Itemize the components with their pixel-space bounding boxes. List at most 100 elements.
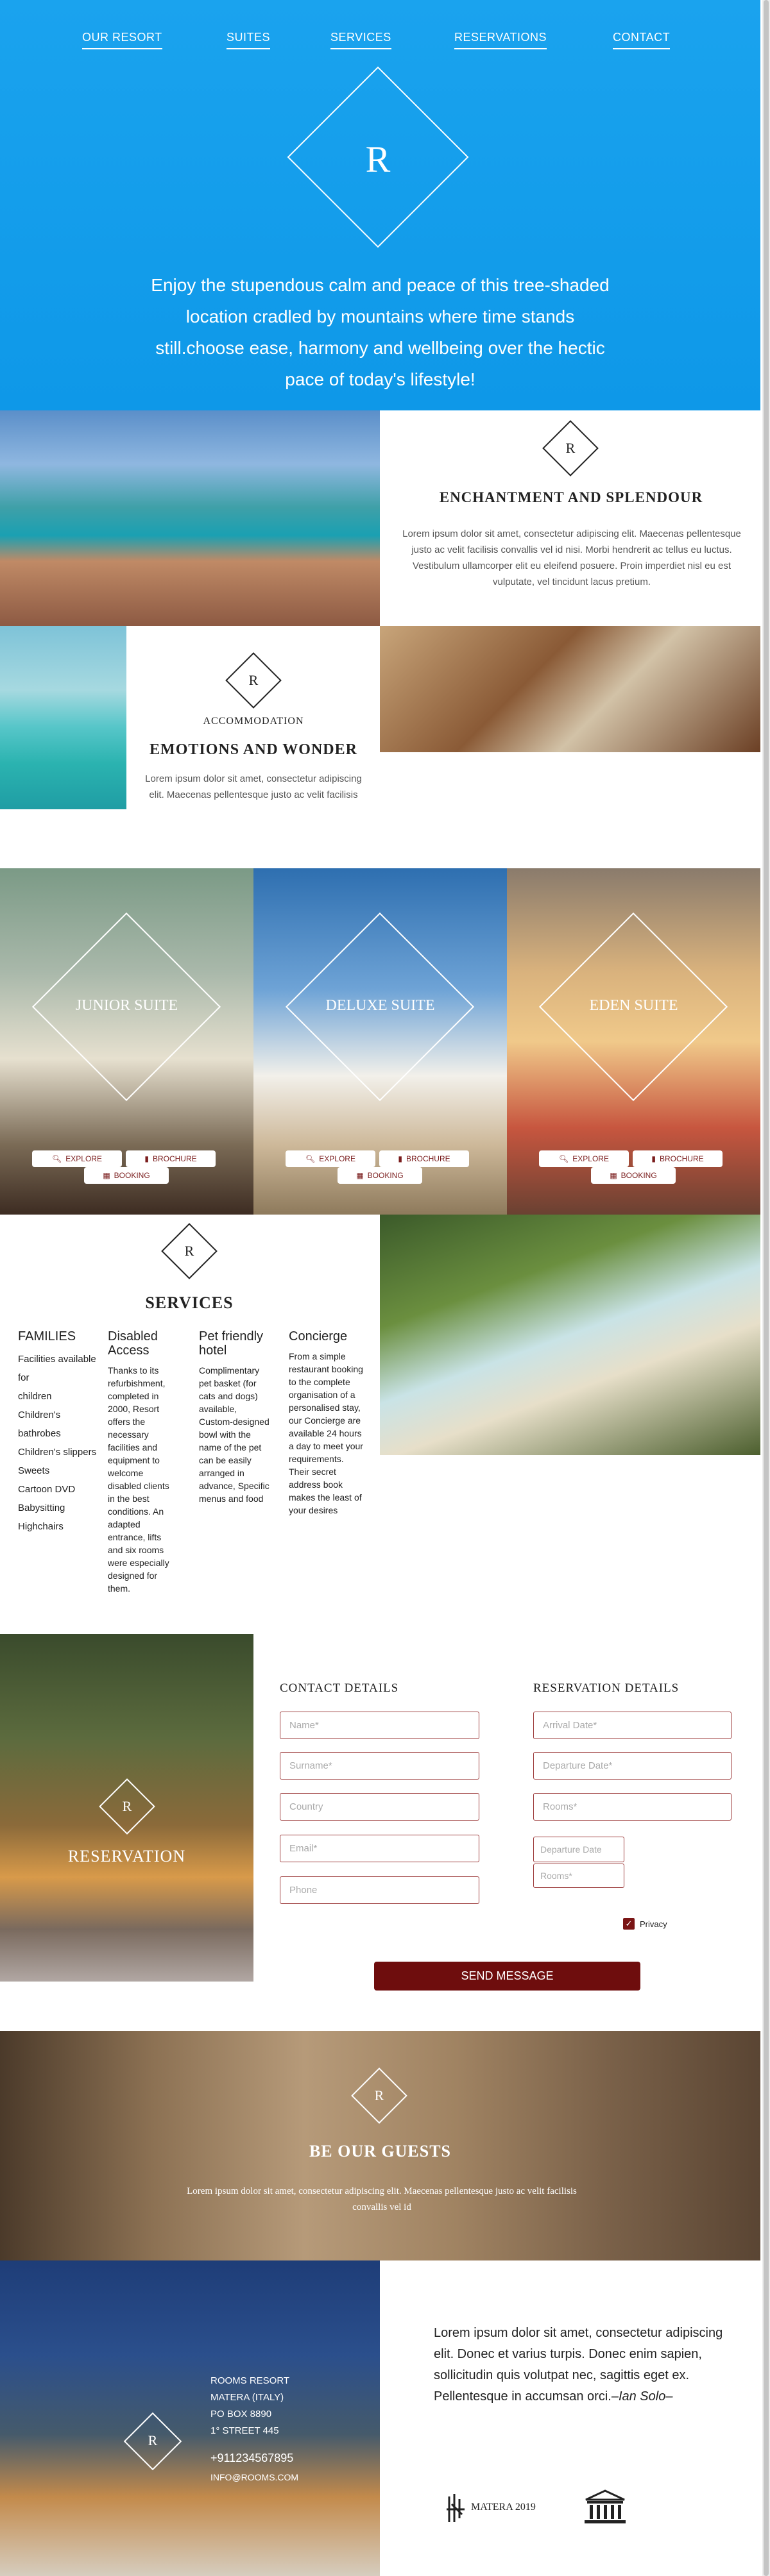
bookmark-icon: ▮ xyxy=(398,1154,402,1163)
search-icon: 🔍︎ xyxy=(52,1154,62,1163)
hero-tagline: Enjoy the stupendous calm and peace of t… xyxy=(151,275,610,389)
pet-text: Complimentary pet basket (for cats and d… xyxy=(199,1365,270,1504)
deluxe-explore-button[interactable]: 🔍︎ EXPLORE xyxy=(286,1150,375,1167)
reservation-title: RESERVATION xyxy=(67,1847,186,1865)
accommodation-logo-letter: R xyxy=(248,672,259,688)
concierge-text: From a simple restaurant booking to the … xyxy=(289,1351,363,1515)
calendar-icon: ▦ xyxy=(610,1171,617,1180)
list-item: Facilities available for xyxy=(18,1354,96,1383)
services-logo-letter: R xyxy=(184,1243,194,1259)
concierge-heading: Concierge xyxy=(289,1329,348,1343)
footer-phone[interactable]: +911234567895 xyxy=(210,2450,298,2466)
rooms-small-field[interactable]: Rooms* xyxy=(533,1864,624,1888)
junior-booking-button[interactable]: ▦ BOOKING xyxy=(84,1167,169,1184)
disabled-heading: Disabled Access xyxy=(108,1329,158,1358)
reservation-details-heading: RESERVATION DETAILS xyxy=(533,1681,680,1695)
list-item: Sweets xyxy=(18,1465,50,1476)
contact-details-heading: CONTACT DETAILS xyxy=(280,1681,399,1695)
junior-booking-label: BOOKING xyxy=(114,1171,150,1180)
calendar-icon: ▦ xyxy=(356,1171,364,1180)
deluxe-brochure-button[interactable]: ▮ BROCHURE xyxy=(379,1150,469,1167)
search-icon: 🔍︎ xyxy=(559,1154,569,1163)
footer-email[interactable]: INFO@ROOMS.COM xyxy=(210,2469,298,2486)
deluxe-booking-label: BOOKING xyxy=(367,1171,404,1180)
nav-our-resort[interactable]: OUR RESORT xyxy=(82,31,162,49)
unesco-label: UNESCO xyxy=(579,2488,580,2489)
enchantment-title: ENCHANTMENT AND SPLENDOUR xyxy=(439,489,703,505)
guests-text: Lorem ipsum dolor sit amet, consectetur … xyxy=(187,2186,577,2212)
arrival-date-field[interactable]: Arrival Date* xyxy=(533,1712,732,1739)
deluxe-brochure-label: BROCHURE xyxy=(406,1154,450,1163)
services-pet-column: Pet friendly hotel Complimentary pet bas… xyxy=(199,1329,270,1505)
accommodation-title: EMOTIONS AND WONDER xyxy=(150,741,357,758)
matera-label: MATERA 2019 xyxy=(471,2502,536,2513)
phone-field[interactable]: Phone xyxy=(280,1876,479,1904)
junior-brochure-button[interactable]: ▮ BROCHURE xyxy=(126,1150,216,1167)
list-item: Babysitting xyxy=(18,1503,65,1513)
eden-brochure-label: BROCHURE xyxy=(659,1154,704,1163)
nav-contact[interactable]: CONTACT xyxy=(613,31,671,49)
services-concierge-column: Concierge From a simple restaurant booki… xyxy=(289,1329,366,1517)
eden-booking-label: BOOKING xyxy=(620,1171,657,1180)
guests-logo-letter: R xyxy=(374,2087,384,2103)
list-item: Children's slippers xyxy=(18,1447,97,1458)
send-message-button[interactable]: SEND MESSAGE xyxy=(374,1962,640,1991)
address-line: ROOMS RESORT xyxy=(210,2375,290,2386)
families-heading: FAMILIES xyxy=(18,1329,76,1343)
name-field[interactable]: Name* xyxy=(280,1712,479,1739)
privacy-checkbox[interactable]: ✓ xyxy=(623,1918,635,1930)
junior-suite-name[interactable]: JUNIOR SUITE xyxy=(0,997,253,1014)
services-families-column: FAMILIES Facilities available for childr… xyxy=(18,1329,98,1536)
nav-reservations[interactable]: RESERVATIONS xyxy=(454,31,547,49)
calendar-icon: ▦ xyxy=(103,1171,110,1180)
unesco-temple-icon xyxy=(585,2489,626,2523)
quote-text: Lorem ipsum dolor sit amet, consectetur … xyxy=(434,2326,723,2403)
list-item: children xyxy=(18,1391,52,1402)
list-item: Highchairs xyxy=(18,1521,64,1532)
email-field[interactable]: Email* xyxy=(280,1835,479,1862)
eden-explore-button[interactable]: 🔍︎ EXPLORE xyxy=(539,1150,629,1167)
reservation-logo-letter: R xyxy=(122,1798,132,1814)
beach-dinner-image xyxy=(380,1215,760,1455)
surname-field[interactable]: Surname* xyxy=(280,1752,479,1780)
enchantment-text: Lorem ipsum dolor sit amet, consectetur … xyxy=(402,528,741,587)
main-nav: OUR RESORT SUITES SERVICES RESERVATIONS … xyxy=(0,31,760,56)
nav-suites[interactable]: SUITES xyxy=(227,31,271,49)
footer-address: ROOMS RESORT MATERA (ITALY) PO BOX 8890 … xyxy=(210,2373,298,2486)
departure-date-field[interactable]: Departure Date* xyxy=(533,1752,732,1780)
eden-booking-button[interactable]: ▦ BOOKING xyxy=(591,1167,676,1184)
address-line: PO BOX 8890 xyxy=(210,2409,272,2420)
night-resort-image xyxy=(0,2260,380,2576)
eden-suite-name[interactable]: EDEN SUITE xyxy=(507,997,760,1014)
services-disabled-column: Disabled Access Thanks to its refurbishm… xyxy=(108,1329,178,1595)
deluxe-booking-button[interactable]: ▦ BOOKING xyxy=(338,1167,422,1184)
footer-logo-letter: R xyxy=(148,2432,158,2448)
guests-title: BE OUR GUESTS xyxy=(309,2142,452,2160)
bookmark-icon: ▮ xyxy=(651,1154,656,1163)
privacy-label: Privacy xyxy=(640,1919,667,1929)
pool-image xyxy=(0,410,380,626)
services-title: SERVICES xyxy=(145,1293,234,1312)
deluxe-explore-label: EXPLORE xyxy=(319,1154,355,1163)
enchantment-logo-letter: R xyxy=(565,440,576,456)
quote-author: –Ian Solo– xyxy=(611,2389,673,2403)
rooms-field[interactable]: Rooms* xyxy=(533,1793,732,1821)
deluxe-suite-name[interactable]: DELUXE SUITE xyxy=(253,997,507,1014)
eden-explore-label: EXPLORE xyxy=(572,1154,609,1163)
nav-services[interactable]: SERVICES xyxy=(330,31,391,49)
bookmark-icon: ▮ xyxy=(144,1154,149,1163)
page-scrollbar-thumb[interactable] xyxy=(764,0,769,2576)
hero-section: OUR RESORT SUITES SERVICES RESERVATIONS … xyxy=(0,0,760,410)
junior-explore-button[interactable]: 🔍︎ EXPLORE xyxy=(32,1150,122,1167)
footer-quote: Lorem ipsum dolor sit amet, consectetur … xyxy=(434,2323,735,2407)
pet-heading: Pet friendly hotel xyxy=(199,1329,264,1358)
address-line: MATERA (ITALY) xyxy=(210,2392,284,2403)
room-image xyxy=(380,626,760,752)
junior-brochure-label: BROCHURE xyxy=(152,1154,197,1163)
disabled-text: Thanks to its refurbishment, completed i… xyxy=(108,1365,169,1594)
country-field[interactable]: Country xyxy=(280,1793,479,1821)
departure-date-small-field[interactable]: Departure Date xyxy=(533,1837,624,1862)
hero-logo-letter: R xyxy=(365,139,391,180)
eden-brochure-button[interactable]: ▮ BROCHURE xyxy=(633,1150,723,1167)
accommodation-text: Lorem ipsum dolor sit amet, consectetur … xyxy=(145,773,362,800)
